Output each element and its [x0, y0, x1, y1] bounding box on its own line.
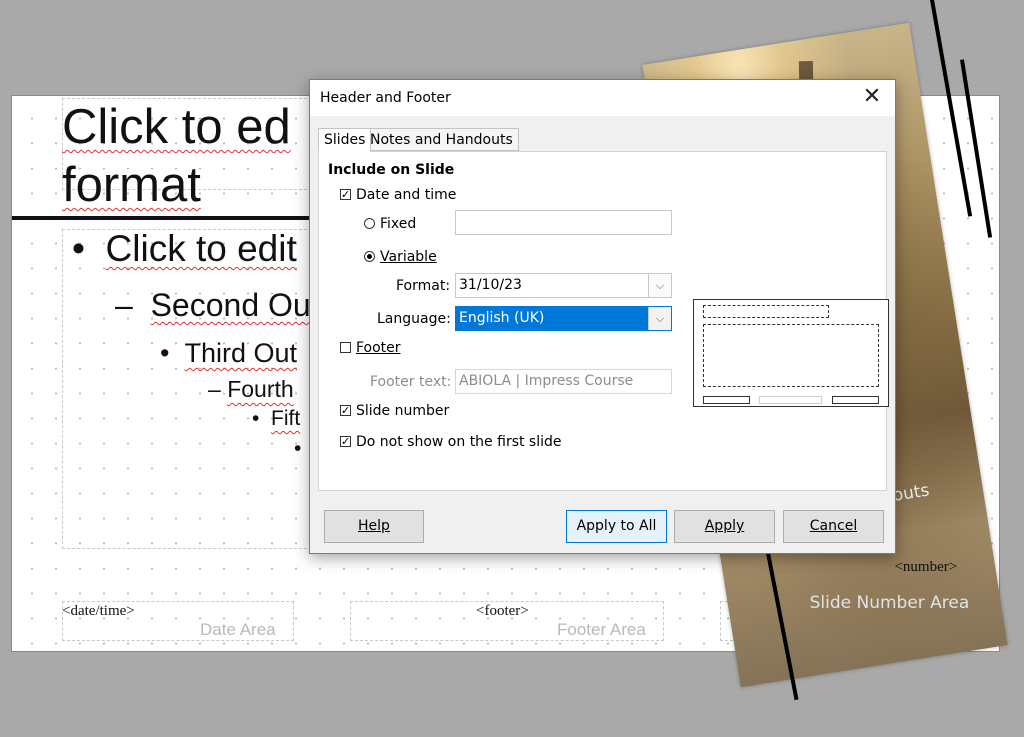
outline-level-1: • Click to edit [72, 228, 297, 269]
section-title: Include on Slide [328, 162, 455, 178]
preview-date-area [703, 396, 750, 404]
outline-level-6: • [294, 437, 302, 460]
footer-field: <footer> [476, 603, 529, 619]
tab-notes-and-handouts[interactable]: Notes and Handouts [364, 128, 519, 151]
footer-checkbox[interactable] [340, 342, 351, 353]
help-button[interactable]: Help [324, 510, 424, 543]
slide-number-checkbox[interactable]: ✓ [340, 405, 351, 416]
footer-area-label: Footer Area [557, 620, 646, 639]
fixed-date-input[interactable] [455, 210, 672, 235]
date-area-label: Date Area [200, 620, 276, 639]
preview-body-area [703, 324, 879, 387]
close-icon[interactable]: ✕ [857, 84, 887, 112]
date-time-label: Date and time [356, 187, 457, 203]
preview-title-area [703, 305, 829, 318]
tab-slides[interactable]: Slides [318, 128, 372, 152]
footer-text-label: Footer text: [370, 374, 452, 390]
apply-button[interactable]: Apply [674, 510, 775, 543]
not-first-slide-checkbox[interactable]: ✓ [340, 436, 351, 447]
header-footer-dialog[interactable]: Header and Footer ✕ Slides Notes and Han… [309, 79, 896, 554]
language-dropdown[interactable]: English (UK) ⌵ [455, 306, 672, 331]
dialog-title: Header and Footer [320, 90, 451, 106]
outline-level-5: • Fift [252, 407, 301, 430]
preview-number-area [832, 396, 879, 404]
title-underline [12, 216, 312, 220]
variable-label: Variable [380, 249, 437, 265]
format-label: Format: [396, 278, 451, 294]
footer-label: Footer [356, 340, 401, 356]
fixed-radio[interactable] [364, 218, 375, 229]
date-time-checkbox[interactable]: ✓ [340, 189, 351, 200]
slides-panel: Include on Slide ✓ Date and time Fixed V… [318, 151, 889, 491]
chevron-down-icon[interactable]: ⌵ [648, 307, 671, 330]
preview-footer-area [759, 396, 822, 404]
language-label: Language: [377, 311, 451, 327]
number-field: <number> [894, 558, 958, 575]
chevron-down-icon[interactable]: ⌵ [648, 274, 671, 297]
language-value: English (UK) [459, 310, 545, 326]
slide-number-label: Slide number [356, 403, 450, 419]
date-time-field: <date/time> [62, 603, 135, 619]
dialog-titlebar[interactable]: Header and Footer ✕ [310, 80, 895, 116]
footer-text-input[interactable]: ABIOLA | Impress Course [455, 369, 672, 394]
outline-level-3: • Third Out [160, 338, 298, 368]
format-dropdown[interactable]: 31/10/23 ⌵ [455, 273, 672, 298]
fixed-label: Fixed [380, 216, 417, 232]
variable-radio[interactable] [364, 251, 375, 262]
slide-title[interactable]: Click to ed format [62, 98, 291, 214]
slide-number-area-label: Slide Number Area [809, 592, 970, 613]
format-value: 31/10/23 [459, 277, 522, 293]
cancel-button[interactable]: Cancel [783, 510, 884, 543]
not-first-slide-label: Do not show on the first slide [356, 434, 562, 450]
slide-preview [693, 299, 889, 407]
outline-level-4: – Fourth [208, 376, 294, 402]
outline-level-2: – Second Ou [115, 287, 311, 323]
apply-to-all-button[interactable]: Apply to All [566, 510, 667, 543]
